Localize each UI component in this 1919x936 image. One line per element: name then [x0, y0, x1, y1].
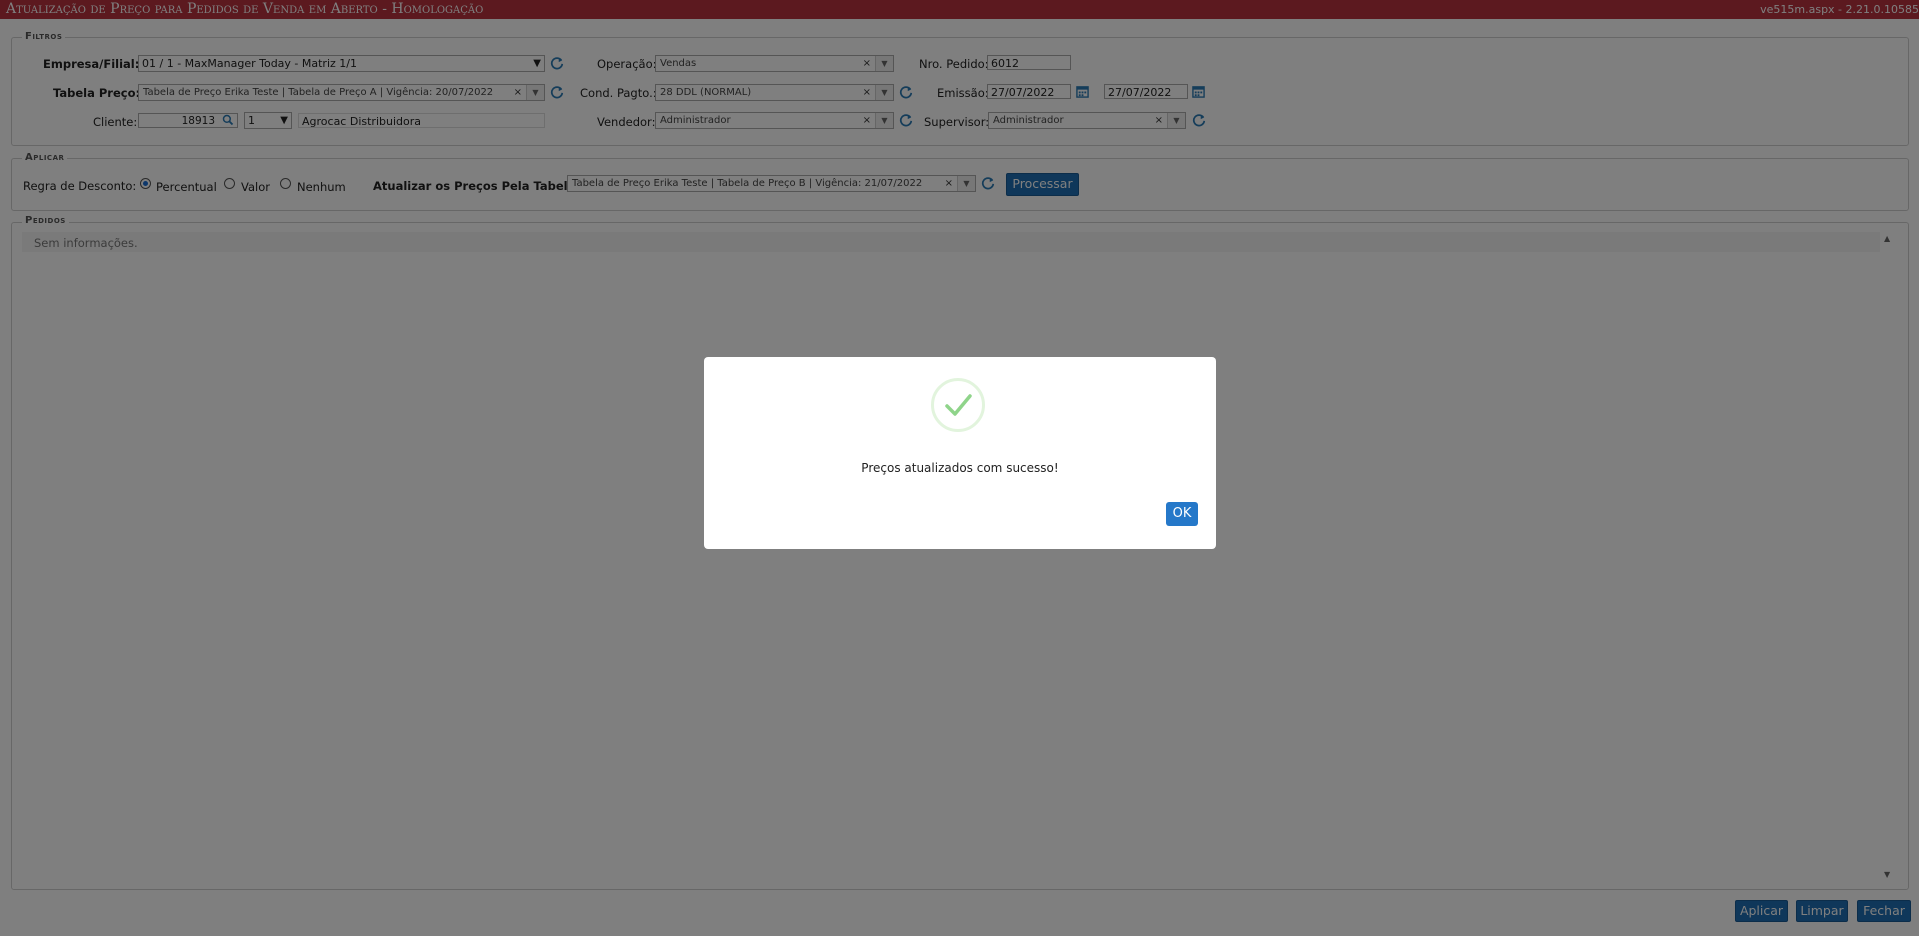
- success-dialog: Preços atualizados com sucesso! OK: [704, 357, 1216, 549]
- ok-button[interactable]: OK: [1166, 502, 1198, 526]
- success-message: Preços atualizados com sucesso!: [861, 461, 1059, 475]
- success-check-circle: [931, 378, 985, 432]
- check-icon: [945, 394, 972, 416]
